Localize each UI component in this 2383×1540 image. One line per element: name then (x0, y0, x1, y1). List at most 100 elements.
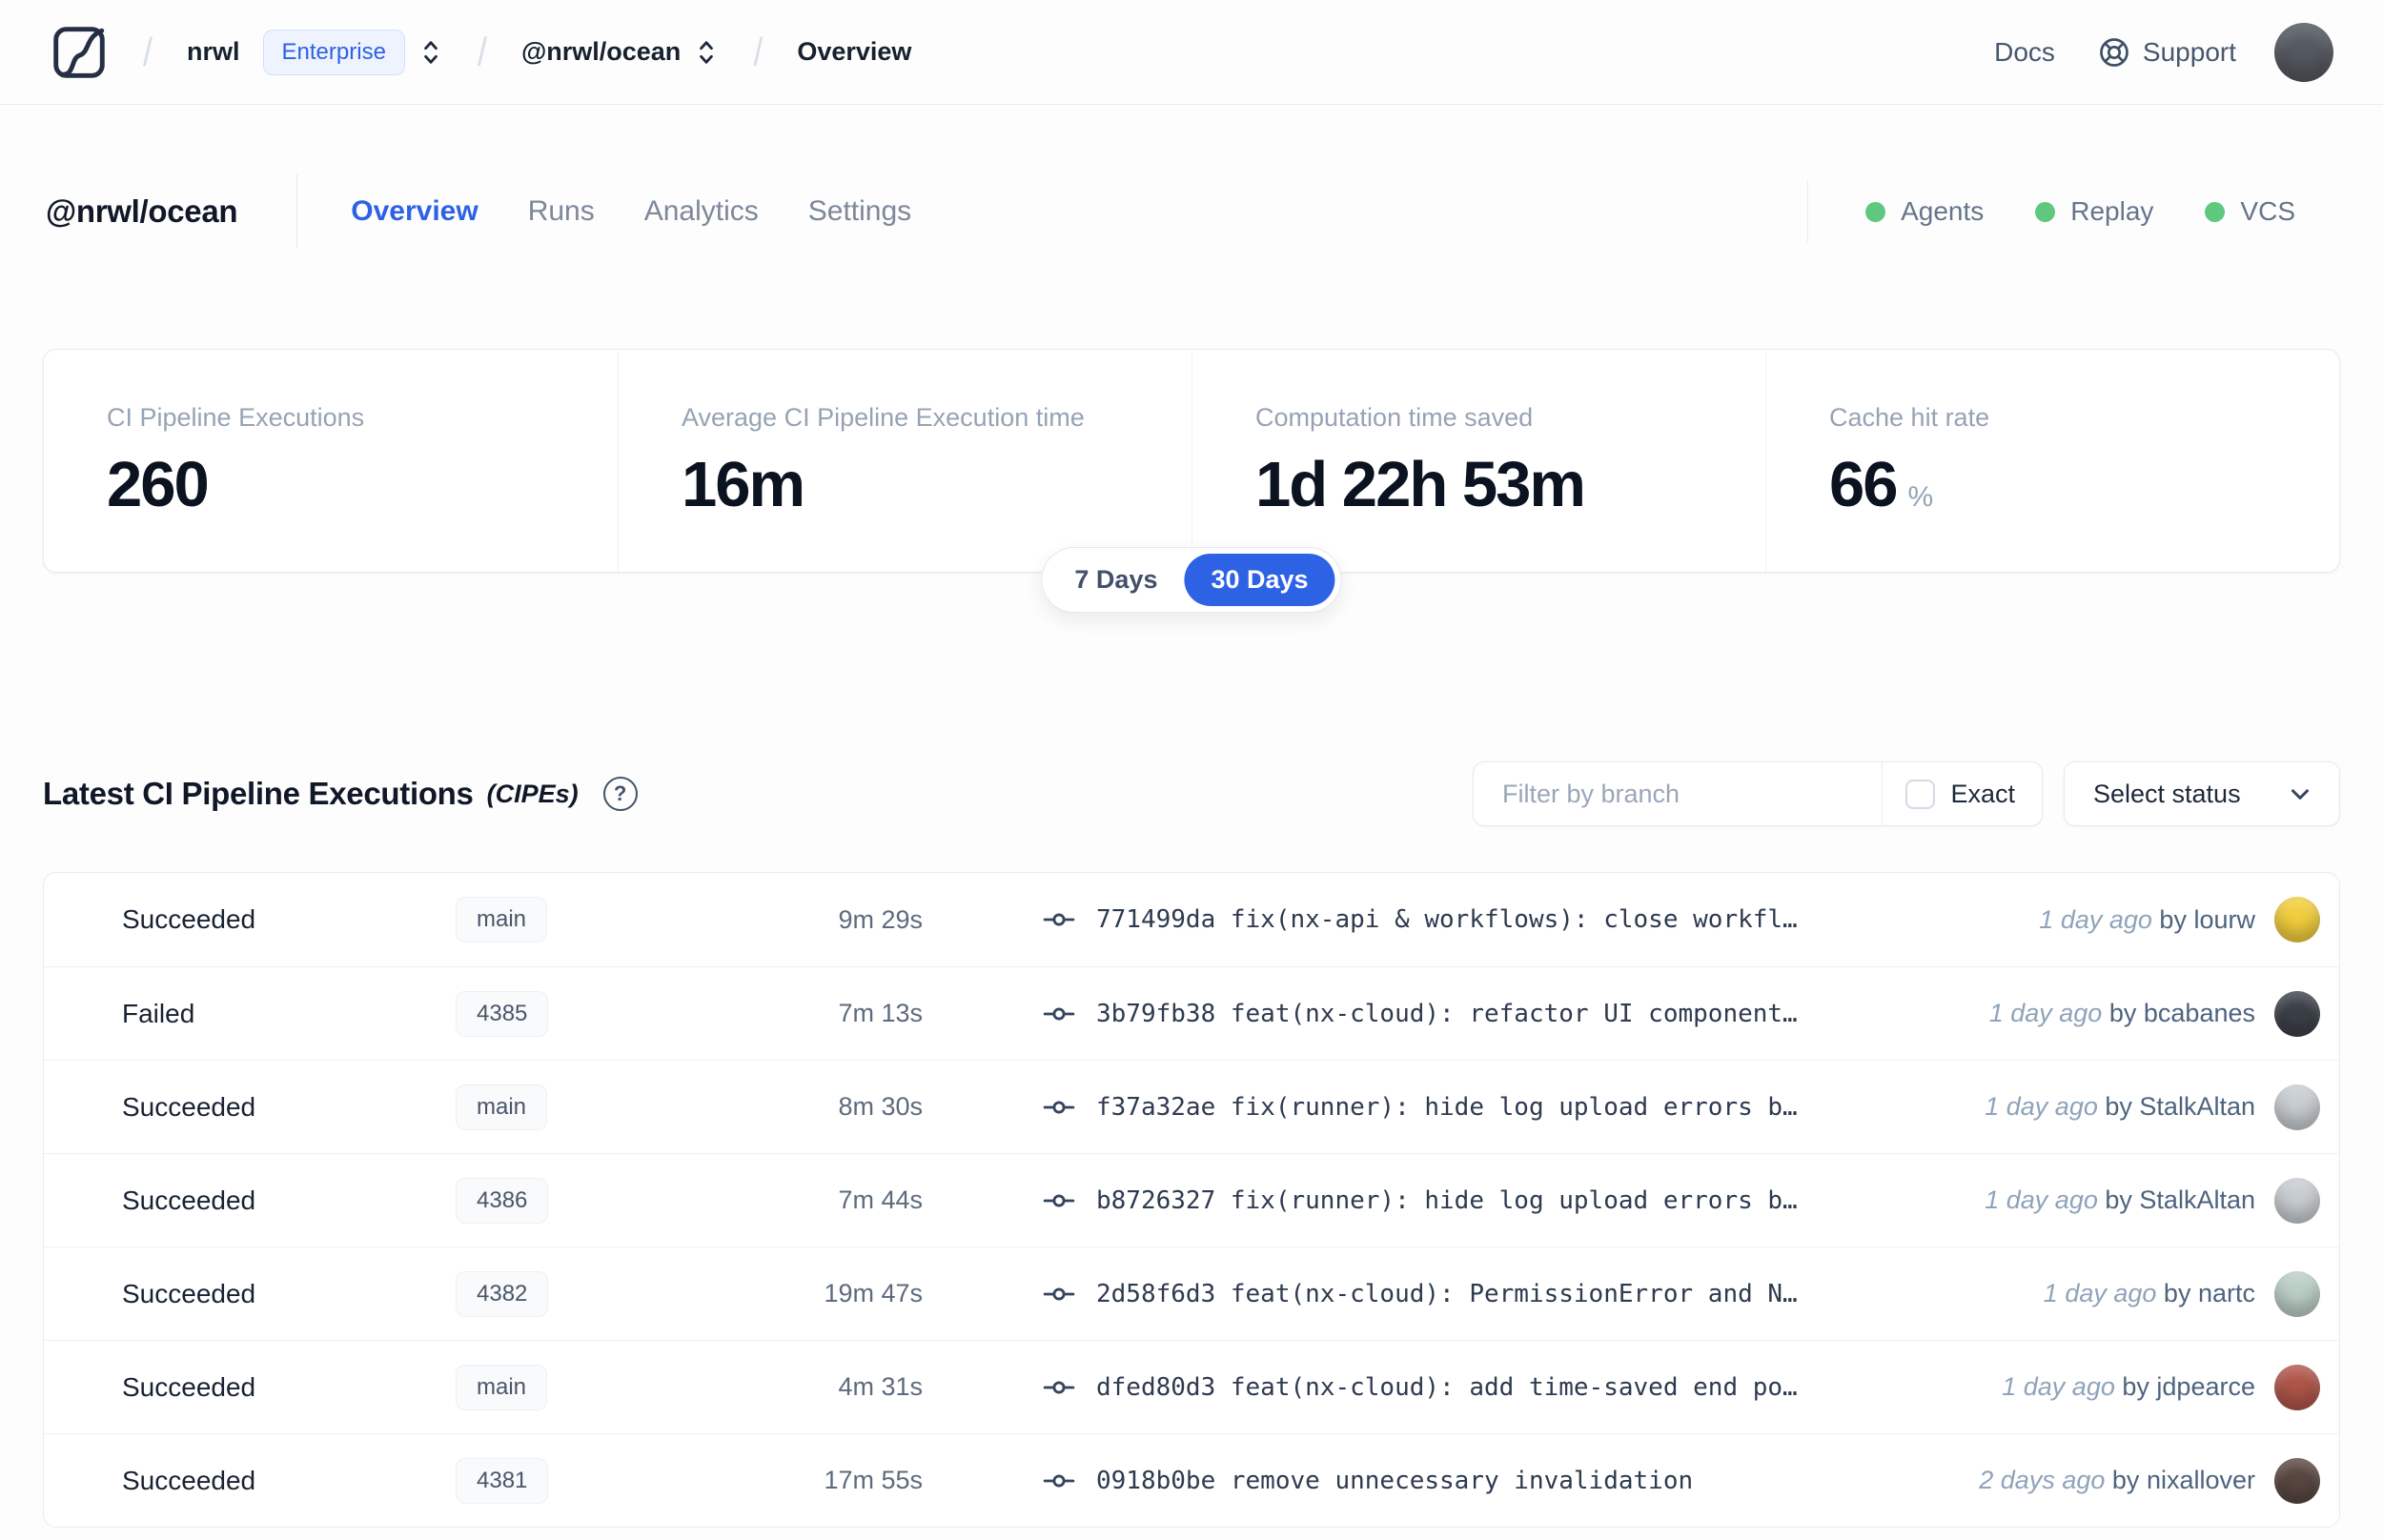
branch-badge[interactable]: main (456, 1084, 548, 1130)
commit-cell[interactable]: 771499da fix(nx-api & workflows): close … (1043, 903, 2010, 936)
green-dot-icon (2205, 201, 2226, 222)
cipe-row[interactable]: Succeeded 4386 7m 44s b8726327 fix(runne… (44, 1153, 2339, 1246)
status-label: Succeeded (122, 904, 256, 934)
stat-computation-time-saved: Computation time saved 1d 22h 53m (1192, 350, 1765, 572)
enterprise-badge[interactable]: Enterprise (262, 29, 405, 75)
by-label: by (2159, 904, 2187, 934)
commit-cell[interactable]: f37a32ae fix(runner): hide log upload er… (1043, 1091, 1956, 1124)
avatar[interactable] (2274, 1084, 2320, 1130)
commit-cell[interactable]: 0918b0be remove unnecessary invalidation (1043, 1465, 1950, 1497)
duration: 8m 30s (838, 1092, 923, 1121)
branch-badge[interactable]: main (456, 897, 548, 942)
branch-badge[interactable]: 4386 (456, 1177, 549, 1224)
commit-message: 0918b0be remove unnecessary invalidation (1096, 1466, 1694, 1495)
duration: 4m 31s (838, 1372, 923, 1401)
git-commit-icon (1043, 1185, 1075, 1217)
cipe-row[interactable]: Succeeded main 9m 29s 771499da fix(nx-ap… (44, 873, 2339, 966)
lifebuoy-icon (2097, 35, 2131, 70)
git-commit-icon (1043, 1465, 1075, 1497)
branch-badge[interactable]: 4385 (456, 990, 549, 1037)
avatar[interactable] (2274, 1457, 2320, 1504)
time-ago: 1 day ago (2002, 1372, 2115, 1401)
exact-match-toggle[interactable]: Exact (1883, 779, 2042, 809)
commit-message: 2d58f6d3 feat(nx-cloud): PermissionError… (1096, 1279, 1798, 1308)
commit-cell[interactable]: 3b79fb38 feat(nx-cloud): refactor UI com… (1043, 998, 1961, 1030)
exact-checkbox[interactable] (1905, 779, 1936, 809)
nx-cloud-logo-icon[interactable] (50, 23, 109, 82)
breadcrumb-separator: / (477, 29, 487, 74)
by-label: by (2105, 1185, 2132, 1214)
tab-analytics[interactable]: Analytics (644, 195, 759, 228)
avatar[interactable] (2274, 990, 2320, 1037)
author: StalkAltan (2139, 1092, 2255, 1121)
range-7-days-button[interactable]: 7 Days (1048, 554, 1184, 606)
by-label: by (2108, 999, 2137, 1027)
duration: 7m 13s (838, 999, 923, 1027)
commit-message: dfed80d3 feat(nx-cloud): add time-saved … (1096, 1372, 1798, 1402)
divider (1807, 181, 1809, 242)
commit-cell[interactable]: b8726327 fix(runner): hide log upload er… (1043, 1185, 1956, 1217)
workspace-tabs: Overview Runs Analytics Settings (351, 195, 911, 228)
duration: 19m 47s (824, 1279, 923, 1307)
stat-average-execution-time: Average CI Pipeline Execution time 16m (618, 350, 1192, 572)
row-meta: 1 day ago by StalkAltan (1956, 1185, 2255, 1215)
user-avatar[interactable] (2274, 22, 2333, 82)
breadcrumb-workspace[interactable]: @nrwl/ocean (521, 37, 681, 67)
status-label: Failed (122, 998, 195, 1028)
duration: 7m 44s (838, 1185, 923, 1214)
by-label: by (2111, 1466, 2140, 1494)
support-link[interactable]: Support (2097, 35, 2236, 70)
branch-badge[interactable]: 4381 (456, 1457, 549, 1504)
by-label: by (2163, 1279, 2191, 1307)
tab-settings[interactable]: Settings (808, 195, 911, 228)
range-30-days-button[interactable]: 30 Days (1184, 554, 1335, 606)
service-status-list: Agents Replay VCS (1865, 196, 2295, 227)
navbar-actions: Docs Support (1994, 22, 2333, 82)
status-agents: Agents (1865, 196, 1984, 227)
status-replay: Replay (2035, 196, 2153, 227)
cipe-title-suffix: (CIPEs) (486, 779, 579, 808)
status-select-dropdown[interactable]: Select status (2064, 761, 2340, 826)
avatar[interactable] (2274, 1177, 2320, 1224)
commit-cell[interactable]: 2d58f6d3 feat(nx-cloud): PermissionError… (1043, 1278, 2015, 1310)
workspace-selector-chevron-icon[interactable] (694, 36, 719, 69)
avatar[interactable] (2274, 897, 2320, 942)
cipe-row[interactable]: Succeeded 4381 17m 55s 0918b0be remove u… (44, 1433, 2339, 1527)
branch-badge[interactable]: main (456, 1364, 548, 1410)
author: jdpearce (2156, 1372, 2255, 1401)
docs-link[interactable]: Docs (1994, 37, 2055, 68)
top-navbar: / nrwl Enterprise / @nrwl/ocean / Overvi… (0, 0, 2383, 105)
breadcrumb-org[interactable]: nrwl (187, 37, 240, 67)
status-label: Succeeded (122, 1185, 256, 1215)
branch-filter-group: Exact (1473, 761, 2043, 826)
cipe-row[interactable]: Failed 4385 7m 13s 3b79fb38 feat(nx-clou… (44, 966, 2339, 1060)
row-meta: 1 day ago by jdpearce (1973, 1372, 2255, 1402)
author: nartc (2197, 1279, 2255, 1307)
tab-overview[interactable]: Overview (351, 195, 478, 228)
git-commit-icon (1043, 1371, 1075, 1404)
tab-runs[interactable]: Runs (528, 195, 595, 228)
branch-filter-input[interactable] (1474, 762, 1883, 825)
cipe-row[interactable]: Succeeded main 8m 30s f37a32ae fix(runne… (44, 1060, 2339, 1153)
by-label: by (2122, 1372, 2149, 1401)
commit-cell[interactable]: dfed80d3 feat(nx-cloud): add time-saved … (1043, 1371, 1973, 1404)
cipe-row[interactable]: Succeeded 4382 19m 47s 2d58f6d3 feat(nx-… (44, 1246, 2339, 1340)
avatar[interactable] (2274, 1270, 2320, 1317)
commit-message: 771499da fix(nx-api & workflows): close … (1096, 905, 1798, 934)
avatar[interactable] (2274, 1364, 2320, 1410)
cipe-section-title: Latest CI Pipeline Executions (43, 776, 474, 811)
page-title: @nrwl/ocean (46, 193, 238, 229)
divider (296, 174, 298, 249)
status-label: Succeeded (122, 1465, 256, 1495)
green-dot-icon (2035, 201, 2056, 222)
time-ago: 2 days ago (1979, 1466, 2106, 1494)
cipe-row[interactable]: Succeeded main 4m 31s dfed80d3 feat(nx-c… (44, 1340, 2339, 1433)
stat-ci-pipeline-executions: CI Pipeline Executions 260 (107, 403, 365, 520)
branch-badge[interactable]: 4382 (456, 1270, 549, 1317)
breadcrumb-page: Overview (797, 37, 912, 66)
cipe-table: Succeeded main 9m 29s 771499da fix(nx-ap… (43, 872, 2340, 1528)
help-icon[interactable]: ? (602, 777, 638, 811)
status-vcs: VCS (2205, 196, 2295, 227)
status-label: Succeeded (122, 1278, 256, 1308)
org-selector-chevron-icon[interactable] (418, 36, 443, 69)
